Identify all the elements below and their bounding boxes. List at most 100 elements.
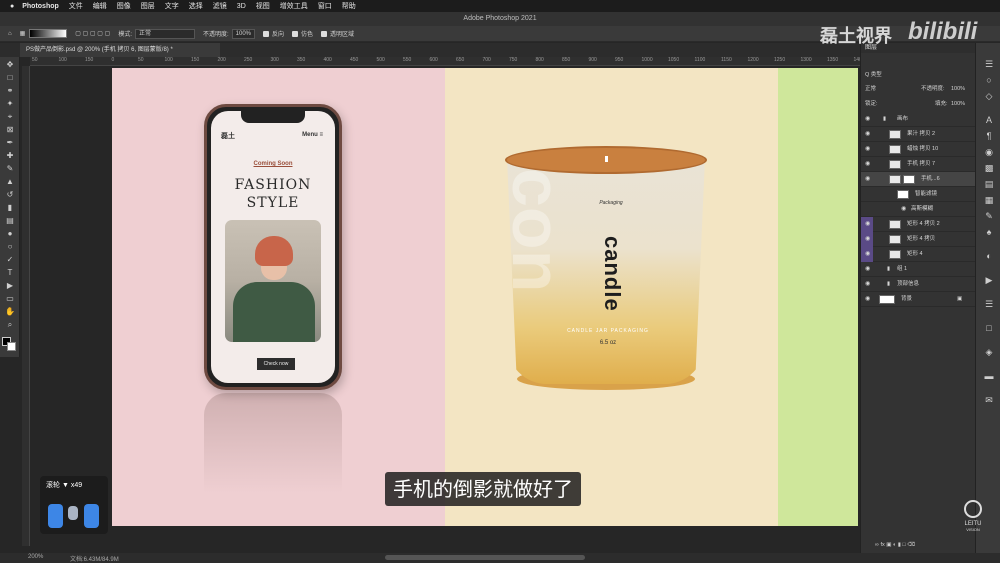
- path-select-icon[interactable]: ▶: [5, 282, 15, 290]
- frame-tool-icon[interactable]: ⊠: [5, 126, 15, 134]
- eye-icon[interactable]: ◉: [865, 142, 870, 157]
- menu-layer[interactable]: 图层: [141, 1, 155, 11]
- eye-icon[interactable]: ◉: [865, 232, 870, 247]
- layer-name: 矩形 4 拷贝: [907, 236, 936, 242]
- eye-icon[interactable]: ◉: [865, 172, 870, 187]
- lasso-tool-icon[interactable]: ⚭: [5, 87, 15, 95]
- smart-filter-row[interactable]: 智能滤镜: [861, 187, 976, 202]
- layer-filter[interactable]: Q 类型: [861, 71, 976, 79]
- notes-icon[interactable]: ✉: [984, 395, 994, 405]
- zoom-level[interactable]: 200%: [28, 554, 43, 560]
- menu-plugins[interactable]: 增效工具: [280, 1, 308, 11]
- canvas[interactable]: 磊土 Menu ≡ Coming Soon FASHION STYLE Chec…: [112, 68, 858, 526]
- layer-list: ◉ ▮ 画布 ◉ 果汁 拷贝 2 ◉ 蜡烛 拷贝 10 ◉ 手机 拷贝 7 ◉ 手机...6…: [861, 112, 976, 312]
- menu-filter[interactable]: 滤镜: [213, 1, 227, 11]
- reverse-checkbox[interactable]: [263, 30, 270, 37]
- gradient-tool-icon[interactable]: ▦: [20, 30, 26, 37]
- menu-image[interactable]: 图像: [117, 1, 131, 11]
- horizontal-scrollbar[interactable]: [385, 555, 585, 560]
- layer-row[interactable]: ◉ 手机 拷贝 7: [861, 157, 976, 172]
- layer-row[interactable]: ◉ 蜡烛 拷贝 10: [861, 142, 976, 157]
- libraries-icon[interactable]: □: [984, 323, 994, 333]
- menu-app-name[interactable]: Photoshop: [22, 3, 59, 10]
- layer-row[interactable]: ◉ 背景 ▣: [861, 292, 976, 307]
- layer-row[interactable]: ◉ 矩形 4 拷贝 2: [861, 217, 976, 232]
- layer-row[interactable]: ◉ 矩形 4 拷贝: [861, 232, 976, 247]
- eye-icon[interactable]: ◉: [865, 262, 870, 277]
- menu-3d[interactable]: 3D: [237, 3, 246, 10]
- doc-size: 文档:6.43M/84.9M: [70, 557, 119, 563]
- marquee-tool-icon[interactable]: □: [5, 74, 15, 82]
- hand-tool-icon[interactable]: ✋: [5, 308, 15, 316]
- layer-row[interactable]: ◉ ▮ 顶部信息: [861, 277, 976, 292]
- history-brush-icon[interactable]: ↺: [5, 191, 15, 199]
- dodge-tool-icon[interactable]: ○: [5, 243, 15, 251]
- type-tool-icon[interactable]: T: [5, 269, 15, 277]
- document-tab[interactable]: PS做产品倒影.psd @ 200% (手机 拷贝 6, 图层蒙版/8) *: [20, 43, 220, 57]
- opacity-input[interactable]: 100%: [231, 28, 256, 39]
- channels-icon[interactable]: ○: [984, 75, 994, 85]
- eyedropper-tool-icon[interactable]: ✒: [5, 139, 15, 147]
- filter-row[interactable]: ◉ 高斯模糊: [861, 202, 976, 217]
- eraser-tool-icon[interactable]: ▮: [5, 204, 15, 212]
- healing-tool-icon[interactable]: ✚: [5, 152, 15, 160]
- move-tool-icon[interactable]: ✥: [5, 61, 15, 69]
- eye-icon[interactable]: ◉: [865, 247, 870, 262]
- layer-opacity-value[interactable]: 100%: [951, 85, 965, 93]
- gradient-style-icons[interactable]: ▢ ▢ ▢ ▢ ▢: [75, 30, 110, 37]
- gradients-icon[interactable]: ▤: [984, 179, 994, 189]
- play-actions-icon[interactable]: ▶: [984, 275, 994, 285]
- menu-window[interactable]: 窗口: [318, 1, 332, 11]
- layer-row[interactable]: ◉ 矩形 4: [861, 247, 976, 262]
- blur-tool-icon[interactable]: ●: [5, 230, 15, 238]
- shape-tool-icon[interactable]: ▭: [5, 295, 15, 303]
- layer-row-selected[interactable]: ◉ 手机...6: [861, 172, 976, 187]
- eye-icon[interactable]: ◉: [865, 157, 870, 172]
- clone-source-icon[interactable]: ♠: [984, 227, 994, 237]
- mode-select[interactable]: 正常: [134, 28, 195, 39]
- crop-tool-icon[interactable]: ⌖: [5, 113, 15, 121]
- fill-value[interactable]: 100%: [951, 100, 965, 108]
- menu-help[interactable]: 帮助: [342, 1, 356, 11]
- layer-row[interactable]: ◉ ▮ 画布: [861, 112, 976, 127]
- zoom-tool-icon[interactable]: ⌕: [5, 321, 15, 329]
- adjustments-icon[interactable]: ◐: [984, 251, 994, 261]
- layers-icon[interactable]: ☰: [984, 59, 994, 69]
- eye-icon[interactable]: ◉: [865, 217, 870, 232]
- eye-icon[interactable]: ◉: [865, 292, 870, 307]
- gradient-preview[interactable]: [29, 29, 68, 38]
- stamp-tool-icon[interactable]: ▲: [5, 178, 15, 186]
- paths-icon[interactable]: ◇: [984, 91, 994, 101]
- background-color-swatch[interactable]: [7, 342, 16, 351]
- dither-checkbox[interactable]: [292, 30, 299, 37]
- home-icon[interactable]: ⌂: [8, 31, 12, 37]
- paragraph-icon[interactable]: ¶: [984, 131, 994, 141]
- eye-icon[interactable]: ◉: [865, 277, 870, 292]
- transparency-checkbox[interactable]: [321, 30, 328, 37]
- layer-row[interactable]: ◉ 果汁 拷贝 2: [861, 127, 976, 142]
- eye-icon[interactable]: ◉: [901, 202, 906, 217]
- eye-icon[interactable]: ◉: [865, 127, 870, 142]
- gradient-tool-icon[interactable]: ▤: [5, 217, 15, 225]
- character-icon[interactable]: A: [984, 115, 994, 125]
- timeline-icon[interactable]: ▬: [984, 371, 994, 381]
- layer-row[interactable]: ◉ ▮ 组 1: [861, 262, 976, 277]
- menu-view[interactable]: 视图: [256, 1, 270, 11]
- layer-mask-thumbnail[interactable]: [903, 175, 915, 184]
- menu-select[interactable]: 选择: [189, 1, 203, 11]
- properties-icon[interactable]: ☰: [984, 299, 994, 309]
- menu-file[interactable]: 文件: [69, 1, 83, 11]
- menu-type[interactable]: 文字: [165, 1, 179, 11]
- eye-icon[interactable]: ◉: [865, 112, 870, 127]
- apple-icon[interactable]: ●: [10, 3, 14, 10]
- candle-body: con Packaging candle CANDLE JAR PACKAGIN…: [507, 158, 705, 384]
- patterns-icon[interactable]: ▦: [984, 195, 994, 205]
- color-icon[interactable]: ◉: [984, 147, 994, 157]
- quick-select-tool-icon[interactable]: ✦: [5, 100, 15, 108]
- brush-settings-icon[interactable]: ✎: [984, 211, 994, 221]
- menu-edit[interactable]: 编辑: [93, 1, 107, 11]
- swatches-icon[interactable]: ▩: [984, 163, 994, 173]
- pen-tool-icon[interactable]: ✓: [5, 256, 15, 264]
- cube-3d-icon[interactable]: ◈: [984, 347, 994, 357]
- brush-tool-icon[interactable]: ✎: [5, 165, 15, 173]
